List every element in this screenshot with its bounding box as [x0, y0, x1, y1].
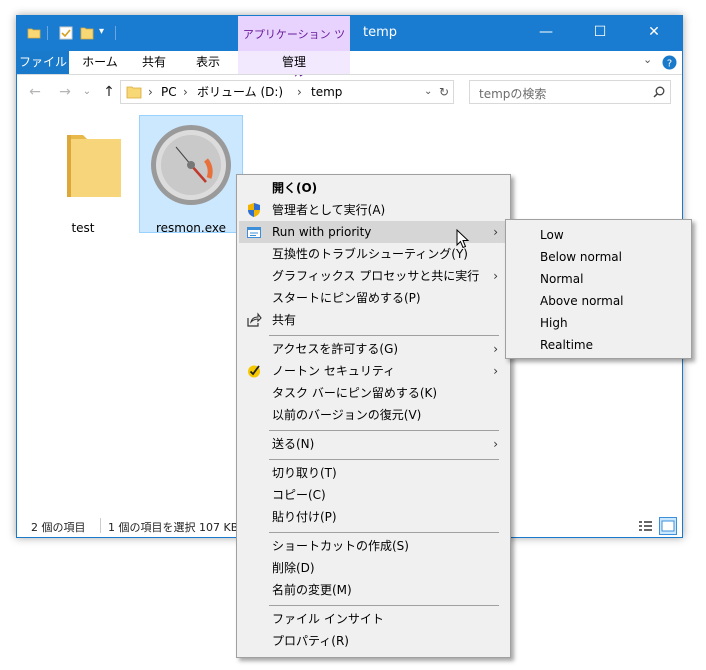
file-name: resmon.exe: [155, 221, 227, 235]
window-title: temp: [363, 25, 398, 40]
chevron-right-icon: ›: [493, 437, 498, 451]
search-placeholder: tempの検索: [479, 87, 547, 101]
maximize-button[interactable]: ☐: [577, 16, 623, 49]
chevron-right-icon: ›: [493, 342, 498, 356]
resource-monitor-gauge-icon: [151, 125, 231, 205]
menu-item-create-shortcut[interactable]: ショートカットの作成(S): [239, 535, 508, 557]
qat-divider: [115, 26, 116, 40]
menu-item-copy[interactable]: コピー(C): [239, 484, 508, 506]
status-divider: [100, 518, 101, 533]
menu-item-run-as-admin[interactable]: 管理者として実行(A): [239, 199, 508, 221]
search-input[interactable]: tempの検索: [469, 80, 671, 104]
priority-normal[interactable]: Normal: [508, 268, 690, 290]
mouse-pointer-icon: [456, 229, 470, 249]
address-row: ← → ⌄ ↑ › PC › ボリューム (D:) › temp ⌄ ↻ tem…: [17, 75, 682, 109]
forward-arrow-icon[interactable]: →: [55, 82, 75, 102]
tab-manage[interactable]: 管理: [238, 51, 350, 74]
menu-item-share[interactable]: 共有: [239, 309, 508, 331]
properties-check-icon[interactable]: [59, 26, 73, 40]
tab-home[interactable]: ホーム: [74, 51, 126, 74]
status-selection: 1 個の項目を選択 107 KB: [108, 521, 239, 534]
new-folder-icon[interactable]: [80, 26, 94, 40]
context-tab-header: アプリケーション ツール: [238, 16, 350, 79]
menu-item-rename[interactable]: 名前の変更(M): [239, 579, 508, 601]
priority-below-normal[interactable]: Below normal: [508, 246, 690, 268]
menu-item-run-with-gpu[interactable]: グラフィックス プロセッサと共に実行 ›: [239, 265, 508, 287]
chevron-right-icon[interactable]: ›: [148, 81, 153, 103]
menu-item-open[interactable]: 開く(O): [239, 177, 508, 199]
menu-item-pin-start[interactable]: スタートにピン留めする(P): [239, 287, 508, 309]
folder-small-icon[interactable]: [27, 26, 41, 40]
priority-above-normal[interactable]: Above normal: [508, 290, 690, 312]
tab-view[interactable]: 表示: [182, 51, 234, 74]
title-bar: ▾ アプリケーション ツール temp — ☐ ✕: [17, 16, 682, 79]
priority-submenu: Low Below normal Normal Above normal Hig…: [505, 219, 692, 359]
breadcrumb-temp[interactable]: temp: [311, 81, 342, 103]
menu-item-properties[interactable]: プロパティ(R): [239, 630, 508, 652]
menu-separator: [269, 335, 499, 336]
menu-separator: [269, 430, 499, 431]
chevron-right-icon[interactable]: ›: [183, 81, 188, 103]
breadcrumb-volume[interactable]: ボリューム (D:): [197, 81, 283, 103]
chevron-right-icon: ›: [493, 364, 498, 378]
menu-item-give-access[interactable]: アクセスを許可する(G) ›: [239, 338, 508, 360]
breadcrumb-pc[interactable]: PC: [161, 81, 177, 103]
menu-item-pin-taskbar[interactable]: タスク バーにピン留めする(K): [239, 382, 508, 404]
search-icon: [653, 86, 665, 98]
close-button[interactable]: ✕: [631, 16, 677, 49]
status-item-count: 2 個の項目: [31, 521, 86, 534]
svg-text:?: ?: [667, 59, 672, 70]
qat-divider: [47, 26, 48, 40]
menu-item-paste[interactable]: 貼り付け(P): [239, 506, 508, 528]
tab-file[interactable]: ファイル: [17, 51, 69, 74]
tab-share[interactable]: 共有: [129, 51, 179, 74]
refresh-icon[interactable]: ↻: [439, 81, 449, 103]
minimize-button[interactable]: —: [523, 16, 569, 49]
priority-high[interactable]: High: [508, 312, 690, 334]
qat-dropdown-icon[interactable]: ▾: [99, 26, 104, 37]
menu-item-delete[interactable]: 削除(D): [239, 557, 508, 579]
address-bar[interactable]: › PC › ボリューム (D:) › temp ⌄ ↻: [120, 80, 454, 104]
chevron-right-icon: ›: [493, 269, 498, 283]
chevron-right-icon[interactable]: ›: [297, 81, 302, 103]
help-icon[interactable]: ?: [662, 55, 677, 70]
large-icons-view-icon[interactable]: [659, 517, 677, 535]
priority-realtime[interactable]: Realtime: [508, 334, 690, 356]
file-item-test[interactable]: test: [31, 115, 135, 235]
share-icon: [247, 312, 262, 327]
menu-separator: [269, 532, 499, 533]
ribbon-tab-bar: ファイル ホーム 共有 表示 管理 ⌄ ?: [17, 51, 682, 75]
address-dropdown-icon[interactable]: ⌄: [424, 81, 432, 103]
details-view-icon[interactable]: [637, 518, 653, 534]
priority-low[interactable]: Low: [508, 224, 690, 246]
menu-separator: [269, 459, 499, 460]
menu-item-restore[interactable]: 以前のバージョンの復元(V): [239, 404, 508, 426]
up-arrow-icon[interactable]: ↑: [99, 82, 119, 102]
menu-item-norton[interactable]: ノートン セキュリティ ›: [239, 360, 508, 382]
priority-window-icon: [247, 227, 261, 238]
chevron-right-icon: ›: [493, 225, 498, 239]
ribbon-expand-icon[interactable]: ⌄: [643, 53, 652, 66]
uac-shield-icon: [248, 203, 260, 217]
folder-small-icon: [126, 86, 142, 99]
menu-separator: [269, 605, 499, 606]
file-item-resmon[interactable]: resmon.exe: [139, 115, 243, 235]
menu-item-send-to[interactable]: 送る(N) ›: [239, 433, 508, 455]
menu-item-file-insight[interactable]: ファイル インサイト: [239, 608, 508, 630]
back-arrow-icon[interactable]: ←: [25, 82, 45, 102]
folder-icon: [67, 135, 121, 197]
file-name: test: [71, 221, 95, 235]
recent-dropdown-icon[interactable]: ⌄: [77, 82, 97, 102]
menu-item-cut[interactable]: 切り取り(T): [239, 462, 508, 484]
norton-check-icon: [248, 365, 260, 378]
